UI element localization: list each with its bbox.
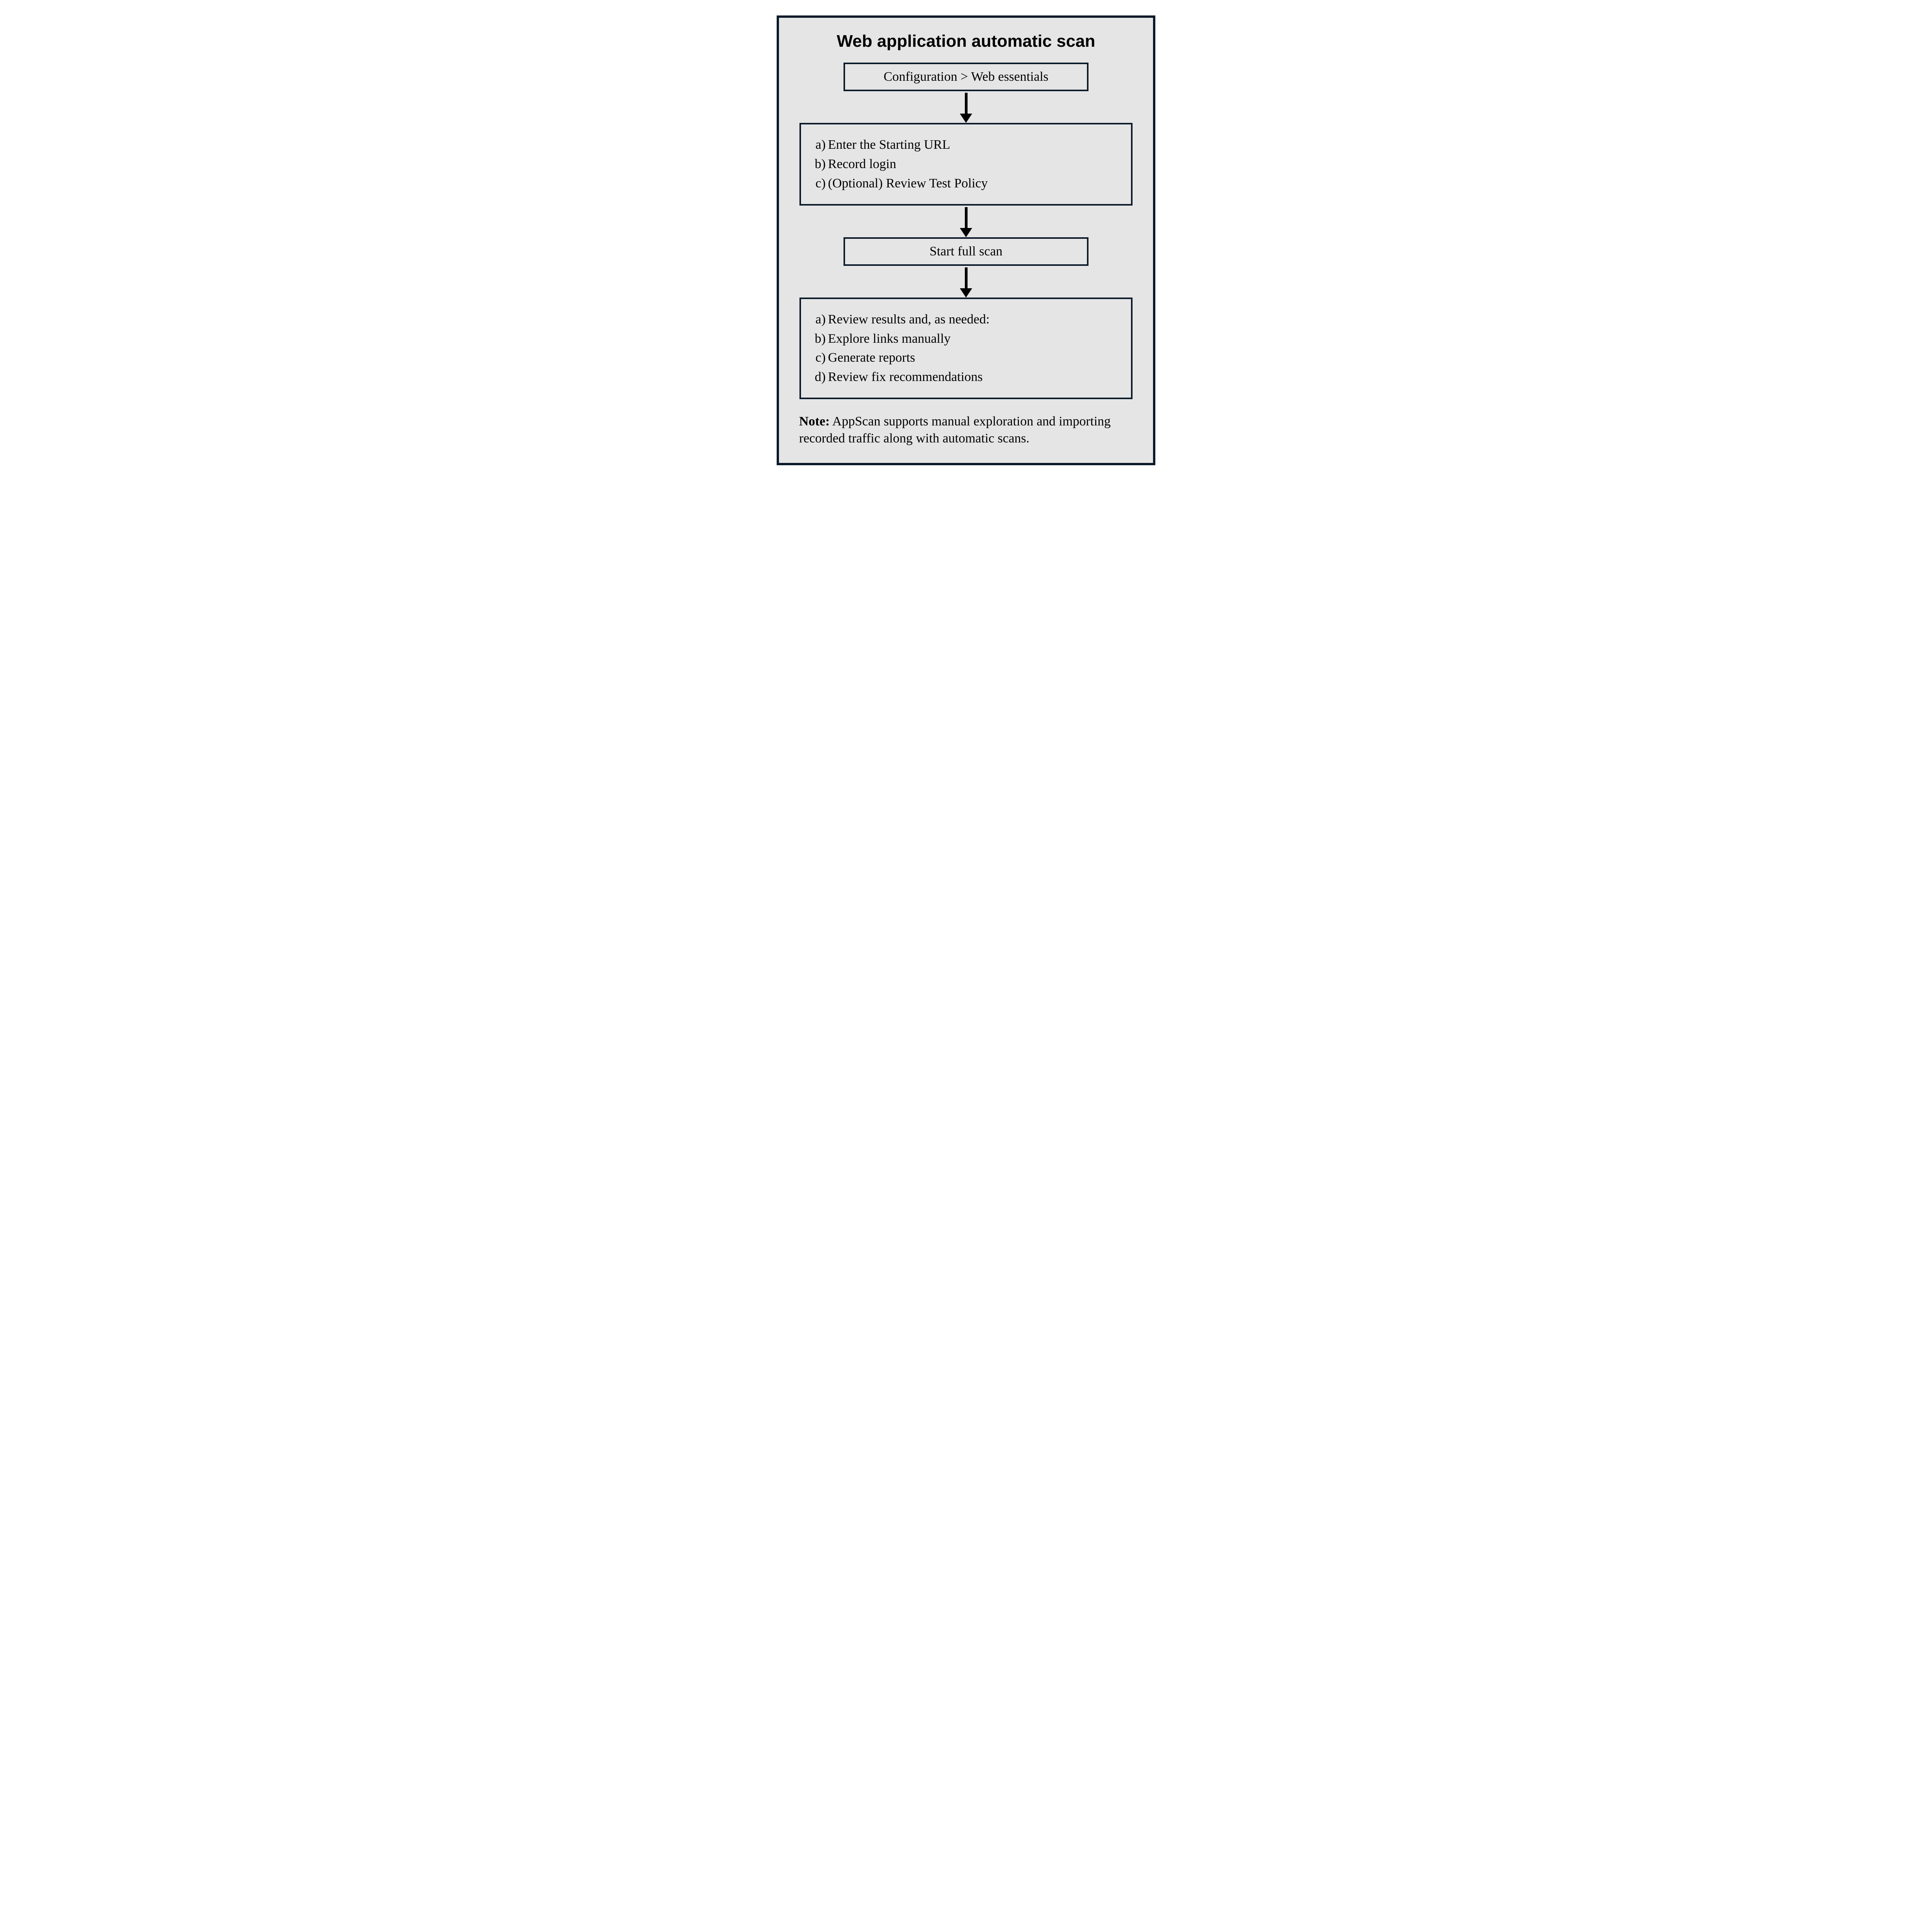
arrow-down-icon	[960, 93, 972, 123]
list-item: Enter the Starting URL	[828, 136, 1119, 154]
footer-note: Note: AppScan supports manual exploratio…	[796, 413, 1136, 447]
note-label: Note:	[799, 414, 830, 429]
step-setup-list: Enter the Starting URL Record login (Opt…	[799, 123, 1133, 206]
list-item: Review results and, as needed:	[828, 311, 1119, 328]
note-text: AppScan supports manual exploration and …	[799, 414, 1111, 446]
list-item: Record login	[828, 155, 1119, 173]
step-configuration: Configuration > Web essentials	[844, 63, 1088, 91]
arrow-down-icon	[960, 207, 972, 237]
step-results-list: Review results and, as needed: Explore l…	[799, 298, 1133, 400]
diagram-frame: Web application automatic scan Configura…	[777, 15, 1155, 465]
list-item: Generate reports	[828, 349, 1119, 367]
list-item: (Optional) Review Test Policy	[828, 175, 1119, 192]
flow-container: Configuration > Web essentials Enter the…	[796, 63, 1136, 399]
step-start-scan: Start full scan	[844, 237, 1088, 266]
diagram-title: Web application automatic scan	[796, 32, 1136, 51]
list-item: Review fix recommendations	[828, 368, 1119, 386]
list-item: Explore links manually	[828, 330, 1119, 348]
arrow-down-icon	[960, 267, 972, 298]
